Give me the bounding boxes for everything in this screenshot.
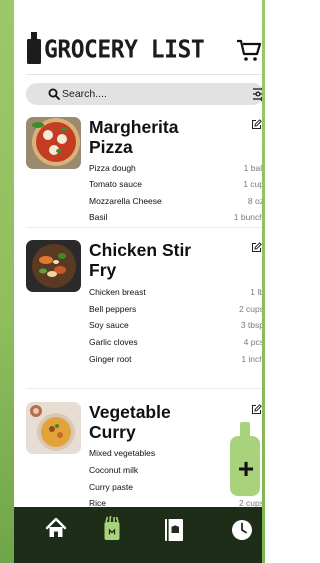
ingredient-row: Ginger root 1 inch (89, 352, 262, 367)
ingredient-qty: 8 oz (247, 196, 262, 206)
app-header: GROCERY LIST (14, 26, 262, 72)
ingredient-row: Mozzarella Cheese 8 oz (89, 194, 262, 209)
bottom-navigation (14, 507, 262, 563)
header-divider (26, 74, 262, 75)
ingredient-row: Garlic cloves 4 pcs (89, 335, 262, 350)
grocery-bag-icon[interactable] (92, 510, 132, 550)
ingredient-name: Curry paste (89, 482, 133, 492)
recipe-image-curry (26, 402, 81, 454)
recipe-title-line: Margherita (89, 117, 179, 137)
ingredient-qty: 1 ball (243, 163, 262, 173)
ingredient-name: Mixed vegetables (89, 448, 156, 458)
ingredient-name: Basil (89, 212, 108, 222)
recipe-divider (26, 388, 262, 389)
recipe-title-line: Curry (89, 422, 136, 442)
main-sheet: GROCERY LIST Search.... Margherita Pizza… (14, 0, 262, 509)
recipe-title: Vegetable Curry (89, 402, 239, 442)
ingredient-qty: 1 inch (241, 354, 262, 364)
edit-icon[interactable] (251, 242, 262, 253)
clock-icon[interactable] (222, 510, 262, 550)
grocery-bag-logo-icon (27, 32, 41, 64)
recipe-title-line: Fry (89, 260, 117, 280)
ingredient-row: Tomato sauce 1 cup (89, 177, 262, 192)
recipe-image-stir-fry (26, 240, 81, 292)
recipe-image-pizza (26, 117, 81, 169)
filter-sliders-icon[interactable] (252, 86, 262, 102)
ingredient-qty: 2 cups (238, 304, 262, 314)
ingredient-row: Bell peppers 2 cups (89, 302, 262, 317)
ingredient-name: Bell peppers (89, 304, 137, 314)
plus-icon: + (237, 453, 255, 484)
recipe-book-icon[interactable] (154, 510, 194, 550)
ingredient-qty: 1 bunch (233, 212, 262, 222)
app-title: GROCERY LIST (44, 35, 205, 64)
ingredient-name: Tomato sauce (89, 179, 142, 189)
ingredient-row: Soy sauce 3 tbsp (89, 318, 262, 333)
ingredient-qty: 4 pcs (243, 337, 262, 347)
ingredient-name: Ginger root (89, 354, 132, 364)
ingredient-name: Pizza dough (89, 163, 136, 173)
edit-icon[interactable] (251, 404, 262, 415)
recipe-title: Chicken Stir Fry (89, 240, 239, 280)
home-icon[interactable] (36, 510, 76, 550)
recipe-title-line: Vegetable (89, 402, 171, 422)
ingredient-name: Soy sauce (89, 320, 129, 330)
ingredient-name: Chicken breast (89, 287, 146, 297)
search-icon (48, 88, 60, 100)
search-input[interactable] (62, 83, 222, 105)
recipe-title-line: Chicken Stir (89, 240, 192, 260)
ingredient-row: Basil 1 bunch (89, 210, 262, 225)
recipe-title-line: Pizza (89, 137, 133, 157)
ingredient-qty: 3 tbsp (240, 320, 262, 330)
add-recipe-button[interactable]: + (228, 420, 264, 498)
ingredient-qty: 1 cup (243, 179, 262, 189)
ingredient-row: Chicken breast 1 lb (89, 285, 262, 300)
ingredient-name: Garlic cloves (89, 337, 138, 347)
edit-icon[interactable] (251, 119, 262, 130)
ingredient-name: Coconut milk (89, 465, 139, 475)
ingredient-qty: 1 lb (250, 287, 262, 297)
ingredient-row: Pizza dough 1 ball (89, 161, 262, 176)
search-bar (26, 83, 262, 105)
recipe-divider (26, 227, 262, 228)
background-strip-left (0, 0, 14, 563)
cart-icon[interactable] (236, 38, 262, 62)
recipe-title: Margherita Pizza (89, 117, 239, 157)
ingredient-name: Mozzarella Cheese (89, 196, 162, 206)
